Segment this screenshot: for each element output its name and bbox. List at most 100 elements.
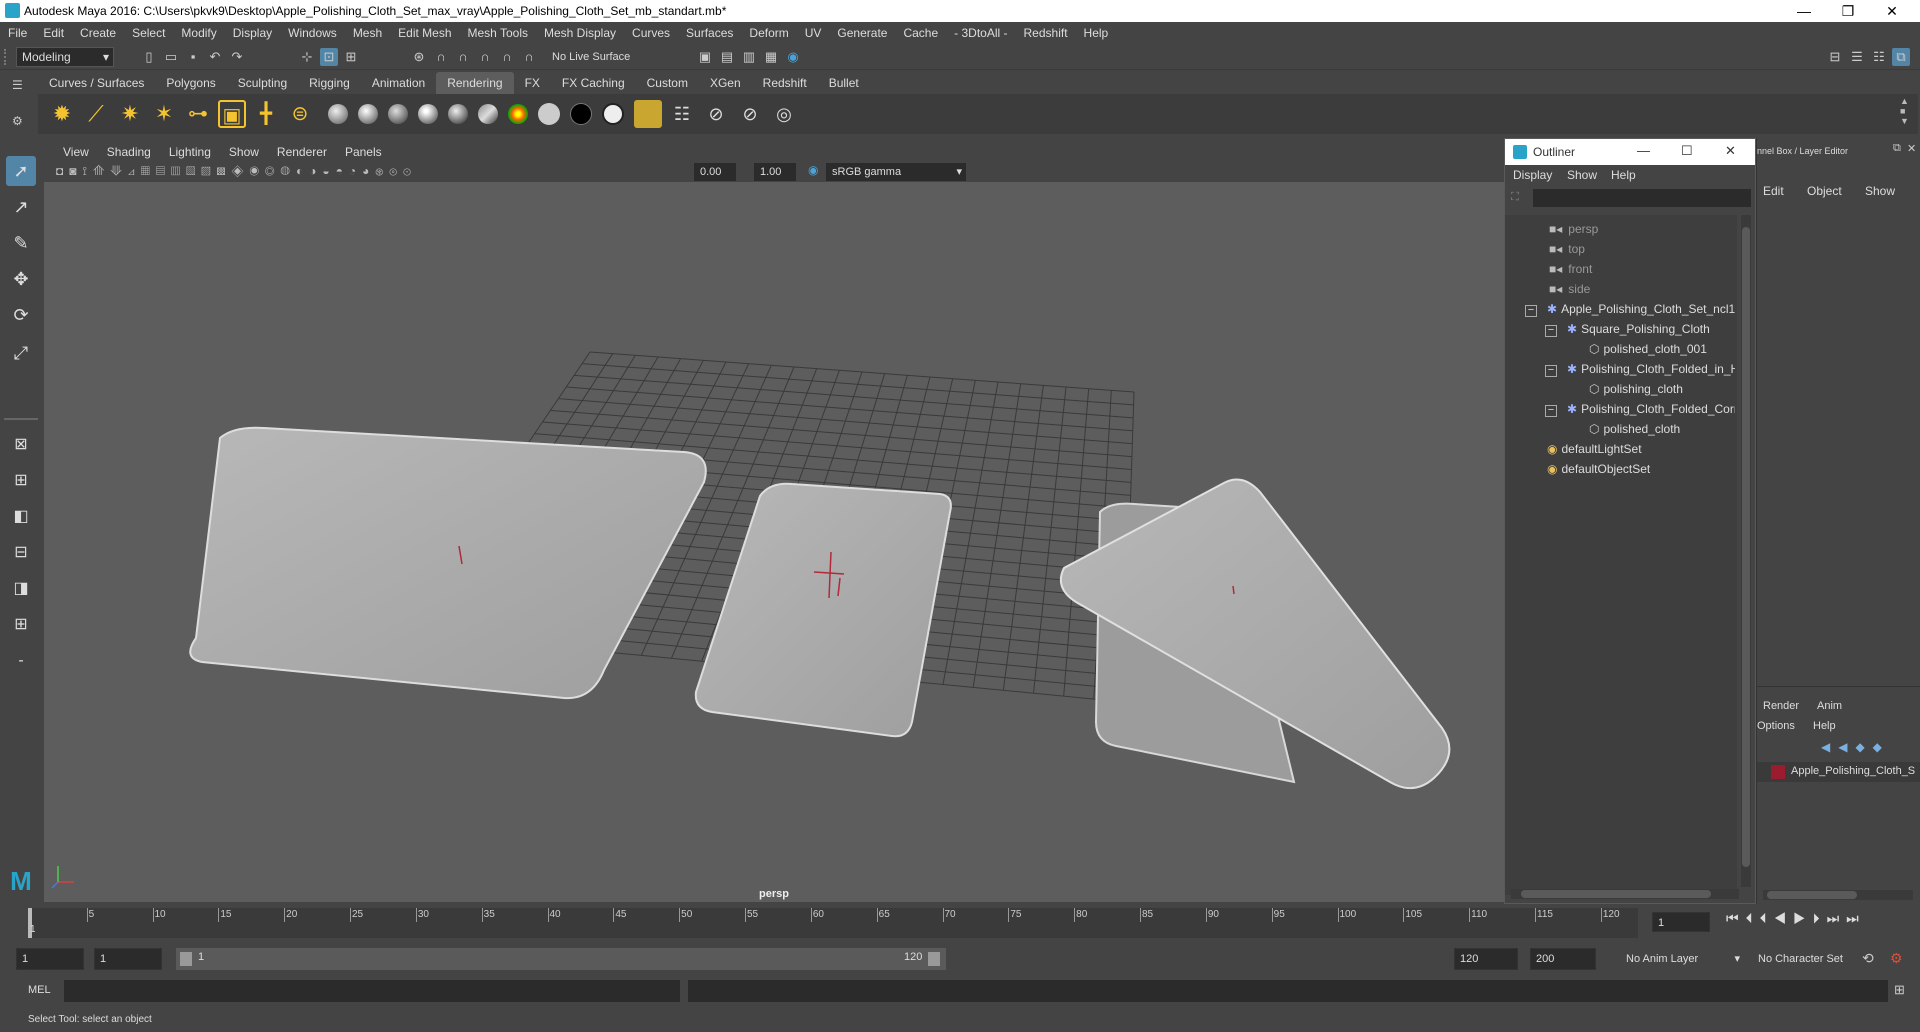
render-view-icon[interactable]: ▣ — [696, 48, 714, 66]
viewport-menu-renderer[interactable]: Renderer — [268, 142, 336, 162]
tab-xgen[interactable]: XGen — [699, 72, 752, 94]
point-light-icon[interactable]: ✷ — [116, 100, 144, 128]
range-start-handle[interactable] — [180, 952, 192, 966]
menu-generate[interactable]: Generate — [829, 22, 895, 44]
menu-redshift[interactable]: Redshift — [1016, 22, 1076, 44]
layer-tab-render[interactable]: Render — [1763, 700, 1799, 712]
open-scene-icon[interactable]: ▭ — [162, 48, 180, 66]
redo-icon[interactable]: ↷ — [228, 48, 246, 66]
channel-menu-show[interactable]: Show — [1865, 184, 1895, 198]
menu-mesh[interactable]: Mesh — [345, 22, 390, 44]
outliner-item-polished-cloth-001[interactable]: ⬡ polished_cloth_001 — [1505, 339, 1735, 359]
render-target-icon[interactable]: ◎ — [770, 100, 798, 128]
layer-tab-anim[interactable]: Anim — [1817, 700, 1842, 712]
rotate-tool-icon[interactable]: ⟳ — [6, 300, 36, 330]
time-slider[interactable]: 1 5 10 15 20 25 30 35 40 45 50 55 60 65 70 75 80 85 90 95 1… — [0, 904, 1920, 942]
expand-layouts-icon[interactable]: - — [6, 646, 36, 676]
panel-toolbar-icons[interactable]: ◘◙⟟⟰⟱⊿▦▤▥▧▨▩◈◉◎◍◐◑◒◓◔◕⊛⊚⊙ — [56, 164, 616, 180]
tab-sculpting[interactable]: Sculpting — [227, 72, 298, 94]
channel-menu-edit[interactable]: Edit — [1763, 184, 1784, 198]
undo-icon[interactable]: ↶ — [206, 48, 224, 66]
layer-menu-help[interactable]: Help — [1813, 720, 1836, 732]
menu-cache[interactable]: Cache — [895, 22, 946, 44]
outliner-minimize-button[interactable]: — — [1637, 143, 1650, 158]
tool-settings-icon[interactable]: ☷ — [1870, 48, 1888, 66]
collapse-icon[interactable]: − — [1545, 405, 1557, 417]
render-sequence-icon[interactable]: ⊘ — [736, 100, 764, 128]
lambert-icon[interactable] — [328, 104, 348, 124]
menu-edit[interactable]: Edit — [35, 22, 72, 44]
viewport-menu-panels[interactable]: Panels — [336, 142, 391, 162]
tab-fx[interactable]: FX — [514, 72, 551, 94]
current-frame-field[interactable]: 1 — [1652, 912, 1710, 932]
float-panel-icon[interactable]: ⧉ — [1893, 142, 1901, 155]
range-end-handle[interactable] — [928, 952, 940, 966]
scrollbar-thumb[interactable] — [1767, 891, 1857, 899]
filter-icon[interactable]: ⛶ — [1511, 191, 1525, 205]
batch-render-icon[interactable]: ⊘ — [702, 100, 730, 128]
snap-point-icon[interactable]: ∩ — [454, 48, 472, 66]
select-component-icon[interactable]: ⊞ — [342, 48, 360, 66]
outliner-item-default-object-set[interactable]: ◉ defaultObjectSet — [1505, 459, 1735, 479]
playback-controls[interactable]: ⏮⏴⏴◀▶⏵⏭⏭ — [1726, 910, 1916, 934]
layer-action-icons[interactable]: ◀◀◆◆ — [1821, 740, 1890, 754]
outliner-item-polished-cloth[interactable]: ⬡ polished_cloth — [1505, 419, 1735, 439]
outline-shader-icon[interactable] — [602, 103, 624, 125]
menu-edit-mesh[interactable]: Edit Mesh — [390, 22, 459, 44]
viewport-menu-view[interactable]: View — [54, 142, 98, 162]
menu-surfaces[interactable]: Surfaces — [678, 22, 741, 44]
render-settings-icon[interactable]: ▦ — [762, 48, 780, 66]
tab-polygons[interactable]: Polygons — [155, 72, 226, 94]
select-hierarchy-icon[interactable]: ⊹ — [298, 48, 316, 66]
preferences-icon[interactable]: ⚙ — [1890, 950, 1903, 967]
modeling-toolkit-icon[interactable]: ⊟ — [1826, 48, 1844, 66]
menu-uv[interactable]: UV — [797, 22, 830, 44]
viewport-menu-shading[interactable]: Shading — [98, 142, 160, 162]
perspective-viewport[interactable]: persp — [44, 182, 1504, 902]
menu-modify[interactable]: Modify — [173, 22, 224, 44]
gamma-field[interactable]: 1.00 — [754, 163, 796, 181]
shelf-settings-icon[interactable]: ⚙ — [12, 114, 23, 128]
tab-animation[interactable]: Animation — [361, 72, 436, 94]
color-management-icon[interactable]: ◉ — [808, 163, 822, 179]
render-map-icon[interactable] — [634, 100, 662, 128]
menu-mesh-display[interactable]: Mesh Display — [536, 22, 624, 44]
menu-deform[interactable]: Deform — [741, 22, 796, 44]
viewport-menu-show[interactable]: Show — [220, 142, 268, 162]
white-shader-icon[interactable] — [538, 103, 560, 125]
single-view-icon[interactable]: ⊠ — [6, 430, 36, 460]
display-layer-row[interactable]: Apple_Polishing_Cloth_S — [1757, 762, 1920, 782]
scale-tool-icon[interactable]: ⤢ — [6, 338, 36, 368]
layer-menu-options[interactable]: Options — [1757, 720, 1795, 732]
menu-help[interactable]: Help — [1076, 22, 1117, 44]
layer-color-swatch[interactable] — [1771, 765, 1785, 779]
channel-box-toggle-icon[interactable]: ⧉ — [1892, 48, 1910, 66]
command-input[interactable] — [64, 980, 680, 1002]
shelf-menu-icon[interactable]: ☰ — [12, 78, 23, 92]
tab-curves-surfaces[interactable]: Curves / Surfaces — [38, 72, 155, 94]
snap-curve-icon[interactable]: ∩ — [432, 48, 450, 66]
persp-graph-icon[interactable]: ⊟ — [6, 538, 36, 568]
persp-outliner-icon[interactable]: ◧ — [6, 502, 36, 532]
move-tool-icon[interactable]: ✥ — [6, 264, 36, 294]
scrollbar-thumb[interactable] — [1742, 227, 1750, 867]
lasso-tool-icon[interactable]: ↗ — [6, 192, 36, 222]
outliner-item-polishing-cloth[interactable]: ⬡ polishing_cloth — [1505, 379, 1735, 399]
outliner-menu-display[interactable]: Display — [1513, 168, 1552, 182]
spot-light-icon[interactable]: ✶ — [150, 100, 178, 128]
menu-mesh-tools[interactable]: Mesh Tools — [460, 22, 536, 44]
maximize-button[interactable]: ❐ — [1826, 0, 1870, 22]
tab-rigging[interactable]: Rigging — [298, 72, 361, 94]
scrollbar-thumb[interactable] — [1521, 890, 1711, 898]
character-set-dropdown[interactable]: No Character Set — [1750, 948, 1868, 970]
tab-custom[interactable]: Custom — [636, 72, 699, 94]
directional-light-icon[interactable]: ⟋ — [82, 100, 110, 128]
snap-view-icon[interactable]: ∩ — [476, 48, 494, 66]
layer-horizontal-scrollbar[interactable] — [1763, 890, 1913, 900]
tab-bullet[interactable]: Bullet — [818, 72, 870, 94]
collapse-icon[interactable]: − — [1545, 325, 1557, 337]
viewport-menu-lighting[interactable]: Lighting — [160, 142, 220, 162]
camera-aim-icon[interactable]: ╋ — [252, 100, 280, 128]
command-language-label[interactable]: MEL — [28, 984, 51, 996]
ambient-light-icon[interactable]: ✹ — [48, 100, 76, 128]
